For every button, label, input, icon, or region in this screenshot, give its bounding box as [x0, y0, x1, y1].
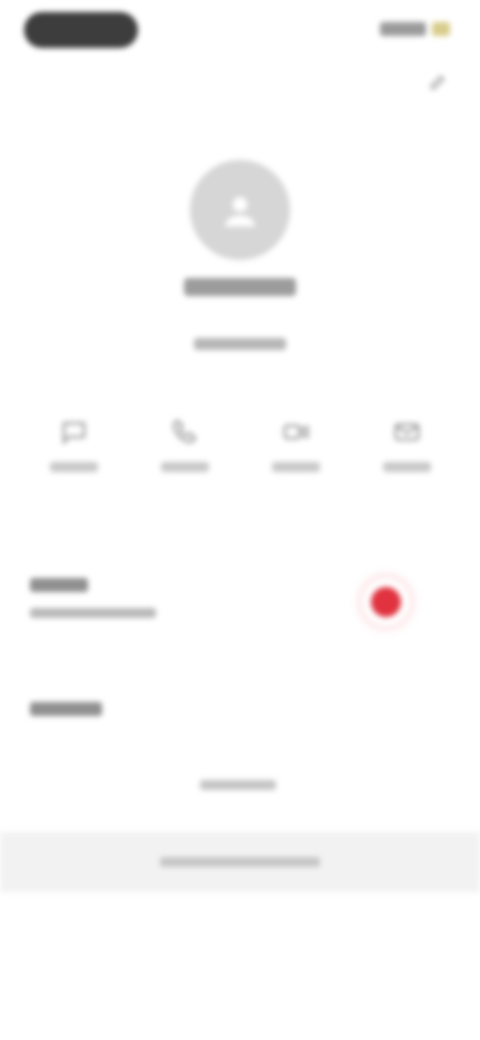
action-call-label [160, 462, 209, 472]
action-call[interactable] [145, 412, 225, 472]
contact-avatar [190, 160, 290, 260]
call-button[interactable] [362, 578, 410, 626]
action-mail-label [382, 462, 431, 472]
contact-name [0, 272, 480, 300]
person-icon [225, 197, 255, 227]
mail-icon [387, 412, 427, 452]
call-icon [165, 412, 205, 452]
phone-icon [371, 587, 401, 617]
signal-icon [380, 22, 426, 36]
video-icon [276, 412, 316, 452]
info-row-title [30, 702, 102, 716]
action-mail[interactable] [367, 412, 447, 472]
info-row-value [30, 608, 156, 618]
edit-icon[interactable] [428, 70, 450, 92]
bottom-bar-label [160, 857, 320, 867]
status-indicators [380, 22, 450, 36]
more-link[interactable] [200, 780, 276, 790]
battery-icon [432, 22, 450, 36]
status-time-pill [24, 12, 138, 48]
message-icon [54, 412, 94, 452]
action-message-label [49, 462, 98, 472]
action-row [0, 412, 480, 472]
info-row-secondary[interactable] [30, 702, 450, 716]
action-video[interactable] [256, 412, 336, 472]
bottom-bar[interactable] [0, 832, 480, 892]
contact-subtitle [194, 338, 286, 350]
status-bar [0, 0, 480, 64]
action-message[interactable] [34, 412, 114, 472]
action-video-label [271, 462, 320, 472]
info-row-title [30, 578, 88, 592]
